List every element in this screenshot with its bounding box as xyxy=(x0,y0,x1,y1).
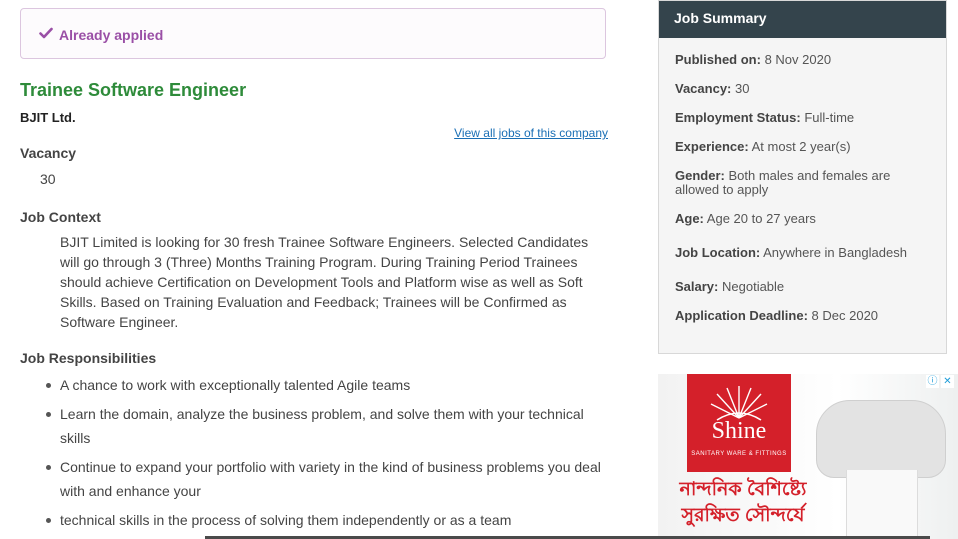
summary-employment-status: Employment Status: Full-time xyxy=(675,111,933,125)
job-title: Trainee Software Engineer xyxy=(20,80,247,100)
summary-vacancy: Vacancy: 30 xyxy=(675,82,933,96)
summary-value: 8 Nov 2020 xyxy=(764,52,832,67)
list-item: technical skills in the process of solvi… xyxy=(40,508,612,532)
summary-label: Salary: xyxy=(675,279,719,294)
company-name: BJIT Ltd. xyxy=(20,110,76,125)
shine-logo: Shine SANITARY WARE & FITTINGS xyxy=(687,374,791,472)
check-icon xyxy=(39,27,53,39)
summary-value: 30 xyxy=(735,81,750,96)
summary-label: Published on: xyxy=(675,52,761,67)
summary-value: Full-time xyxy=(804,110,855,125)
summary-value: 8 Dec 2020 xyxy=(811,308,879,323)
summary-value: Negotiable xyxy=(722,279,785,294)
ad-badge: ⓘ ✕ xyxy=(926,375,954,388)
shine-brand-sub: SANITARY WARE & FITTINGS xyxy=(691,451,787,457)
summary-application-deadline: Application Deadline: 8 Dec 2020 xyxy=(675,309,933,323)
shine-brand-name: Shine xyxy=(711,418,767,444)
summary-value: Age 20 to 27 years xyxy=(706,211,816,226)
summary-gender: Gender: Both males and females are allow… xyxy=(675,169,933,197)
info-icon[interactable]: ⓘ xyxy=(926,375,939,388)
job-summary-title: Job Summary xyxy=(659,1,946,38)
job-context-heading: Job Context xyxy=(20,209,101,225)
summary-label: Experience: xyxy=(675,139,749,154)
summary-age: Age: Age 20 to 27 years xyxy=(675,212,933,226)
responsibilities-list: A chance to work with exceptionally tale… xyxy=(40,373,612,537)
list-item: Continue to expand your portfolio with v… xyxy=(40,455,612,503)
summary-job-location: Job Location: Anywhere in Bangladesh xyxy=(675,246,933,260)
summary-experience: Experience: At most 2 year(s) xyxy=(675,140,933,154)
list-item: Learn the domain, analyze the business p… xyxy=(40,402,612,450)
summary-label: Application Deadline: xyxy=(675,308,808,323)
close-icon[interactable]: ✕ xyxy=(941,375,954,388)
summary-label: Vacancy: xyxy=(675,81,732,96)
job-details-panel: Already applied Trainee Software Enginee… xyxy=(0,0,640,539)
list-item: A chance to work with exceptionally tale… xyxy=(40,373,612,397)
job-responsibilities-heading: Job Responsibilities xyxy=(20,350,157,366)
summary-label: Age: xyxy=(675,211,704,226)
advertisement-banner[interactable]: ⓘ ✕ Shine SANITARY WARE & FITTINGS নান্দ… xyxy=(658,374,958,539)
already-applied-banner: Already applied xyxy=(20,8,606,59)
summary-value: Anywhere in Bangladesh xyxy=(763,245,907,260)
summary-label: Employment Status: xyxy=(675,110,801,125)
tissue-paper-image xyxy=(846,470,918,539)
vacancy-value: 30 xyxy=(40,171,56,187)
summary-salary: Salary: Negotiable xyxy=(675,280,933,294)
job-summary-panel: Job Summary Published on: 8 Nov 2020 Vac… xyxy=(658,0,947,354)
summary-label: Job Location: xyxy=(675,245,761,260)
vacancy-heading: Vacancy xyxy=(20,145,77,161)
summary-label: Gender: xyxy=(675,168,725,183)
ad-tagline-line2: সুরক্ষিত সৌন্দর্যে xyxy=(681,505,805,526)
summary-published: Published on: 8 Nov 2020 xyxy=(675,53,933,67)
job-context-text: BJIT Limited is looking for 30 fresh Tra… xyxy=(60,234,589,330)
sunburst-icon xyxy=(710,386,768,421)
already-applied-label: Already applied xyxy=(59,27,164,43)
tissue-holder-image xyxy=(816,400,946,478)
summary-value: At most 2 year(s) xyxy=(751,139,851,154)
ad-tagline: নান্দনিক বৈশিষ্ট্যে সুরক্ষিত সৌন্দর্যে xyxy=(658,477,828,529)
view-all-jobs-link[interactable]: View all jobs of this company xyxy=(454,126,608,140)
ad-tagline-line1: নান্দনিক বৈশিষ্ট্যে xyxy=(679,479,807,500)
